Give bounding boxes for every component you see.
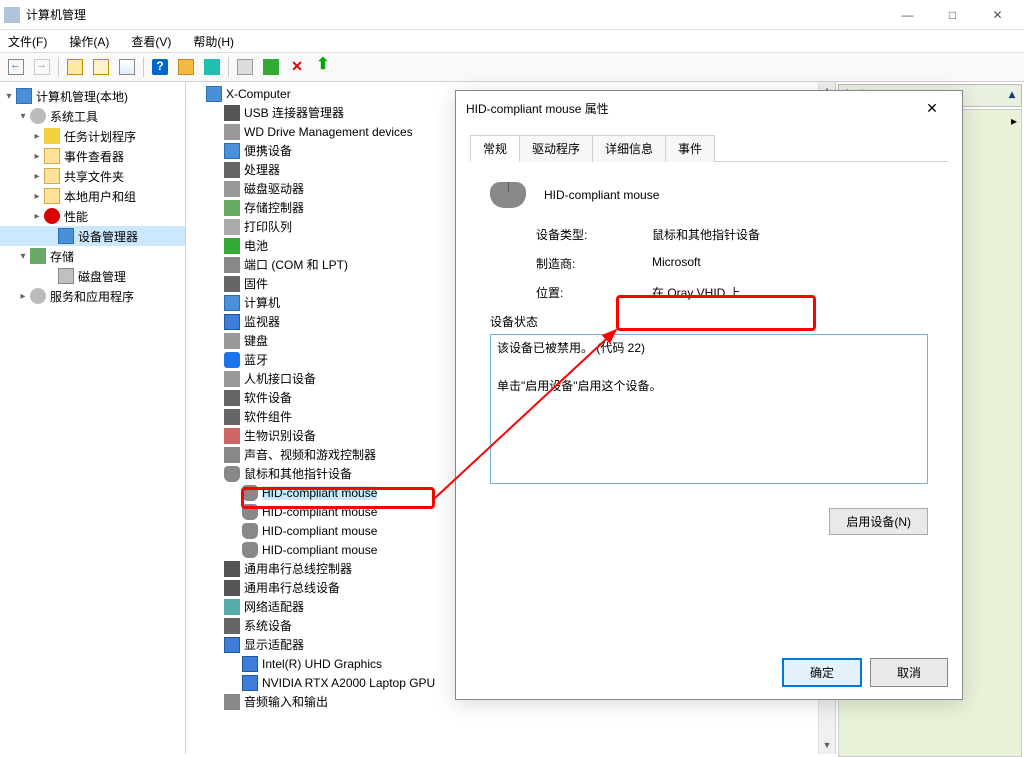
dialog-tabs: 常规 驱动程序 详细信息 事件 — [456, 125, 962, 162]
device-status-label: 设备状态 — [490, 313, 928, 330]
toolbar-help-button[interactable]: ? — [148, 55, 172, 79]
menu-action[interactable]: 操作(A) — [65, 31, 113, 52]
tree-system-tools[interactable]: 系统工具 — [0, 106, 185, 126]
window-title: 计算机管理 — [26, 6, 86, 23]
app-icon — [4, 7, 20, 23]
location-value: 在 Oray VHID 上 — [652, 284, 741, 301]
toolbar: ? ✕ ⬆ — [0, 52, 1024, 82]
window-close-button[interactable]: ✕ — [975, 1, 1020, 29]
dialog-title: HID-compliant mouse 属性 — [466, 100, 609, 117]
toolbar-uninstall-button[interactable]: ✕ — [285, 55, 309, 79]
tab-events[interactable]: 事件 — [665, 135, 715, 162]
toolbar-back-button[interactable] — [4, 55, 28, 79]
device-type-value: 鼠标和其他指针设备 — [652, 226, 760, 243]
toolbar-show-hide-button[interactable] — [63, 55, 87, 79]
device-type-label: 设备类型: — [536, 226, 652, 243]
properties-dialog: HID-compliant mouse 属性 ✕ 常规 驱动程序 详细信息 事件… — [455, 90, 963, 700]
tree-task-scheduler[interactable]: 任务计划程序 — [0, 126, 185, 146]
tree-device-manager[interactable]: 设备管理器 — [0, 226, 185, 246]
window-minimize-button[interactable]: — — [885, 1, 930, 29]
status-line-2: 单击"启用设备"启用这个设备。 — [497, 377, 921, 396]
enable-device-button[interactable]: 启用设备(N) — [829, 508, 928, 535]
menu-help[interactable]: 帮助(H) — [189, 31, 238, 52]
toolbar-forward-button — [30, 55, 54, 79]
chevron-right-icon[interactable]: ▸ — [1011, 114, 1017, 128]
tree-local-users[interactable]: 本地用户和组 — [0, 186, 185, 206]
toolbar-enable-button[interactable] — [233, 55, 257, 79]
tree-shared-folders[interactable]: 共享文件夹 — [0, 166, 185, 186]
manufacturer-value: Microsoft — [652, 255, 701, 272]
window-titlebar: 计算机管理 — □ ✕ — [0, 0, 1024, 30]
tab-details[interactable]: 详细信息 — [592, 135, 666, 162]
dialog-titlebar: HID-compliant mouse 属性 ✕ — [456, 91, 962, 125]
tree-root[interactable]: 计算机管理(本地) — [0, 86, 185, 106]
console-tree: 计算机管理(本地) 系统工具 任务计划程序 事件查看器 共享文件夹 本地用户和组… — [0, 82, 186, 754]
menubar: 文件(F) 操作(A) 查看(V) 帮助(H) — [0, 30, 1024, 52]
location-label: 位置: — [536, 284, 652, 301]
toolbar-update-button[interactable] — [259, 55, 283, 79]
dialog-close-button[interactable]: ✕ — [912, 100, 952, 117]
tree-storage[interactable]: 存储 — [0, 246, 185, 266]
device-status-textbox[interactable]: 该设备已被禁用。 (代码 22) 单击"启用设备"启用这个设备。 — [490, 334, 928, 484]
toolbar-view-button[interactable] — [200, 55, 224, 79]
chevron-up-icon[interactable]: ▴ — [1009, 87, 1015, 101]
tab-general[interactable]: 常规 — [470, 135, 520, 162]
toolbar-properties-button[interactable] — [115, 55, 139, 79]
tree-event-viewer[interactable]: 事件查看器 — [0, 146, 185, 166]
tree-disk-management[interactable]: 磁盘管理 — [0, 266, 185, 286]
tab-driver[interactable]: 驱动程序 — [519, 135, 593, 162]
toolbar-panel-button[interactable] — [89, 55, 113, 79]
menu-view[interactable]: 查看(V) — [127, 31, 175, 52]
tree-services-apps[interactable]: 服务和应用程序 — [0, 286, 185, 306]
ok-button[interactable]: 确定 — [782, 658, 862, 687]
window-maximize-button[interactable]: □ — [930, 1, 975, 29]
menu-file[interactable]: 文件(F) — [4, 31, 51, 52]
manufacturer-label: 制造商: — [536, 255, 652, 272]
status-line-1: 该设备已被禁用。 (代码 22) — [497, 339, 921, 358]
scroll-down-arrow[interactable]: ▼ — [819, 737, 835, 754]
toolbar-action-button[interactable] — [174, 55, 198, 79]
device-name: HID-compliant mouse — [544, 188, 659, 202]
mouse-icon — [490, 182, 526, 208]
toolbar-scan-button[interactable]: ⬆ — [311, 55, 335, 79]
tree-performance[interactable]: 性能 — [0, 206, 185, 226]
cancel-button[interactable]: 取消 — [870, 658, 948, 687]
